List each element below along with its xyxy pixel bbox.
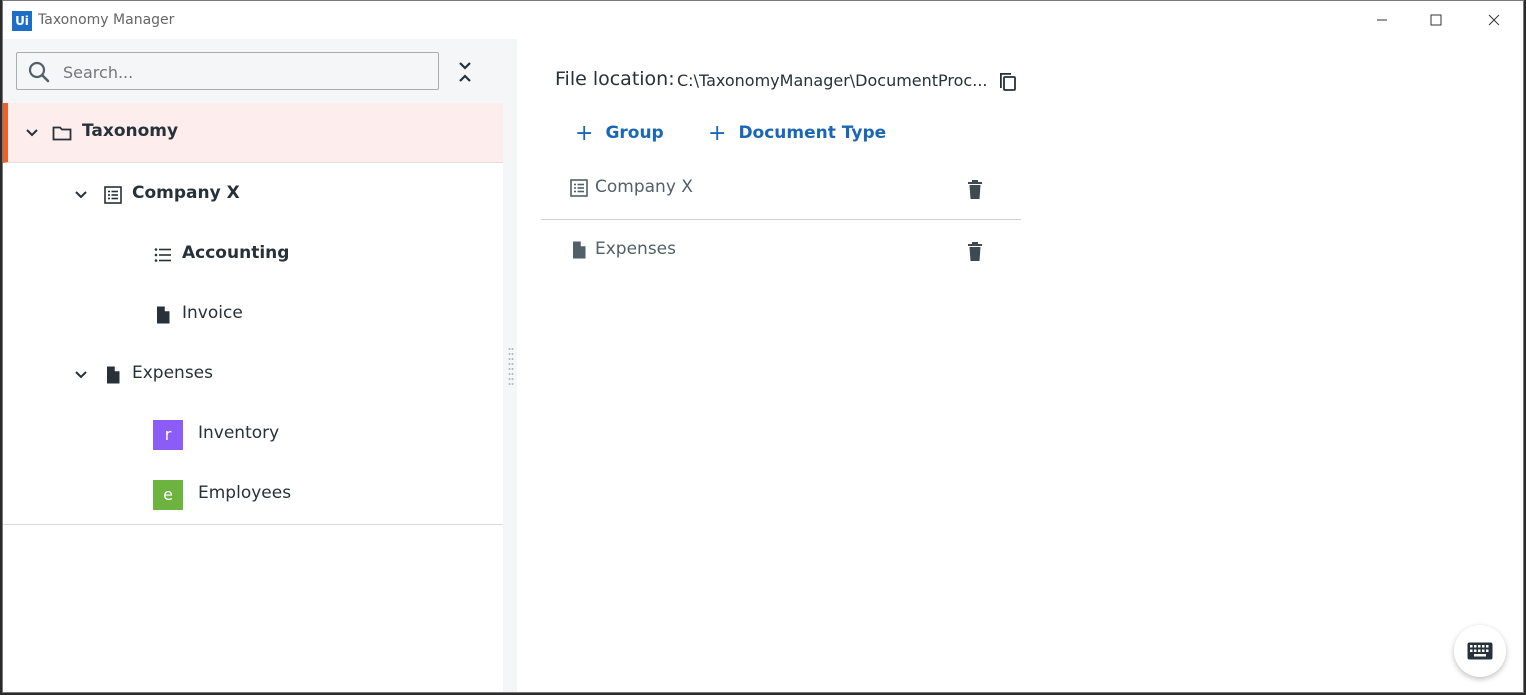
field-type-badge: r [153, 420, 183, 450]
chevron-down-icon[interactable] [73, 187, 89, 203]
tree-item-label: Inventory [198, 423, 280, 443]
tree-item-label: Accounting [182, 243, 290, 263]
tree-item-employees[interactable]: e Employees [3, 465, 503, 525]
tree-item-label: Employees [198, 483, 292, 503]
close-button[interactable] [1481, 9, 1507, 31]
add-document-type-label: Document Type [738, 123, 887, 143]
minimize-button[interactable] [1369, 9, 1395, 31]
chevron-down-icon[interactable] [24, 125, 40, 141]
search-bar [3, 39, 503, 104]
keyboard-icon [1467, 642, 1493, 660]
document-icon [157, 306, 170, 324]
drag-handle-icon[interactable] [508, 347, 514, 387]
trash-icon [968, 180, 982, 199]
file-location-path: C:\TaxonomyManager\DocumentProc... [677, 71, 988, 90]
tree-item-inventory[interactable]: r Inventory [3, 405, 503, 465]
search-box[interactable] [16, 52, 439, 91]
tree-item-expenses[interactable]: Expenses [3, 345, 503, 405]
tree-item-label: Company X [132, 183, 240, 203]
plus-icon: + [575, 120, 594, 146]
plus-icon: + [708, 120, 727, 146]
close-icon [1488, 14, 1500, 26]
tree-item-taxonomy[interactable]: Taxonomy [3, 103, 503, 163]
delete-button[interactable] [965, 241, 985, 263]
group-icon [104, 186, 122, 204]
tree-item-invoice[interactable]: Invoice [3, 285, 503, 345]
tree-item-label: Taxonomy [82, 121, 179, 141]
divider [3, 524, 503, 525]
add-document-type-button[interactable]: + Document Type [708, 119, 886, 147]
add-group-button[interactable]: + Group [575, 119, 664, 147]
document-icon [573, 241, 586, 259]
list-item-label: Company X [595, 177, 693, 197]
group-icon [570, 179, 588, 197]
search-input[interactable] [61, 53, 435, 91]
add-group-label: Group [605, 123, 664, 143]
title-bar: Ui Taxonomy Manager [3, 1, 1523, 39]
tree-item-label: Expenses [132, 363, 213, 383]
app-window: Ui Taxonomy Manager Search... Taxonomy C… [2, 0, 1524, 693]
tree-item-accounting[interactable]: Accounting [3, 225, 503, 285]
keyboard-shortcuts-button[interactable] [1454, 625, 1506, 677]
folder-icon [52, 126, 72, 141]
copy-icon [1000, 73, 1016, 91]
document-icon [107, 366, 120, 384]
category-list-icon [154, 248, 171, 262]
tree-item-label: Invoice [182, 303, 243, 323]
search-icon [28, 61, 50, 83]
details-panel: File location: C:\TaxonomyManager\Docume… [517, 39, 1523, 692]
list-item-company-x[interactable]: Company X [541, 159, 1021, 220]
maximize-button[interactable] [1423, 9, 1449, 31]
maximize-icon [1430, 14, 1442, 26]
copy-path-button[interactable] [997, 68, 1019, 92]
tree-item-company-x[interactable]: Company X [3, 165, 503, 225]
collapse-all-icon [459, 62, 471, 82]
file-location-label: File location: [555, 68, 675, 90]
panel-splitter[interactable] [503, 39, 517, 692]
taxonomy-tree-panel: Taxonomy Company X Accounting [3, 39, 503, 692]
window-title: Taxonomy Manager [38, 12, 175, 28]
field-type-badge: e [153, 480, 183, 510]
app-logo: Ui [12, 11, 32, 31]
delete-button[interactable] [965, 179, 985, 201]
trash-icon [968, 242, 982, 261]
minimize-icon [1377, 19, 1387, 21]
chevron-down-icon[interactable] [73, 367, 89, 383]
collapse-all-button[interactable] [453, 57, 477, 87]
list-item-expenses[interactable]: Expenses [541, 221, 1021, 281]
list-item-label: Expenses [595, 239, 676, 259]
